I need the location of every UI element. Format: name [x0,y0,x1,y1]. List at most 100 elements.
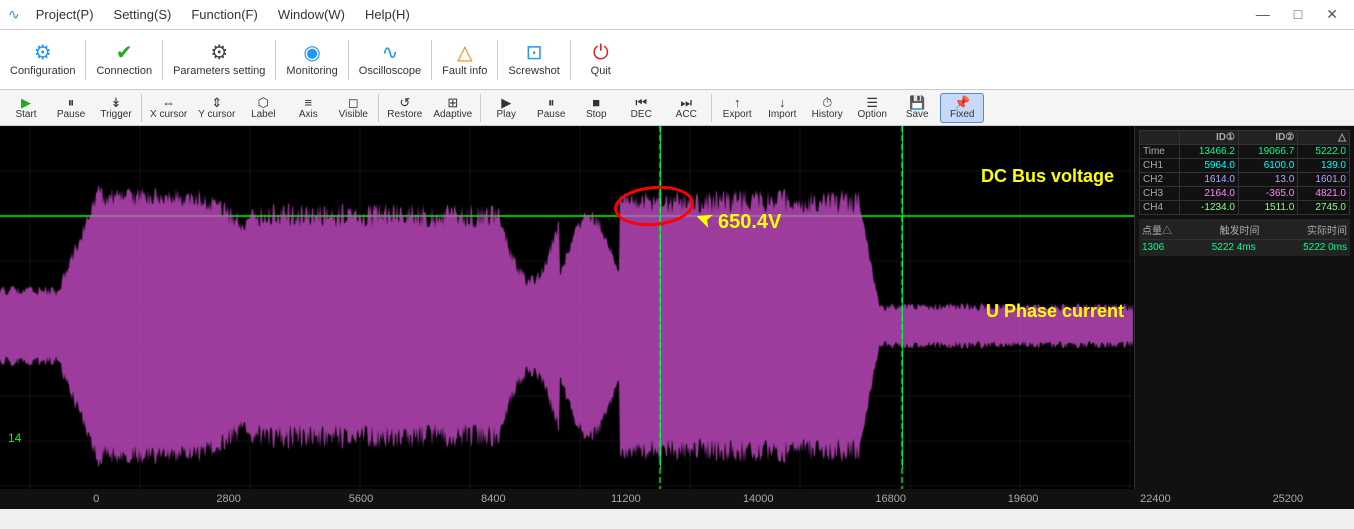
ch3-v2: -365.0 [1238,187,1297,201]
dec-label: DEC [631,109,652,120]
x-tick-5: 14000 [692,493,824,505]
quit-button[interactable]: ⏻ Quit [575,39,627,81]
menu-window[interactable]: Window(W) [270,5,353,24]
play-icon: ▶ [501,96,511,109]
connection-button[interactable]: ✔ Connection [90,39,158,81]
x-tick-4: 11200 [560,493,692,505]
main-toolbar: ⚙ Configuration ✔ Connection ⚙ Parameter… [0,30,1354,90]
ch2-v1: 1614.0 [1179,173,1238,187]
close-button[interactable]: ✕ [1318,4,1346,25]
pause-button[interactable]: ⏸ Pause [49,94,93,122]
acc-button[interactable]: ⏭ ACC [664,94,708,122]
screwshot-label: Screwshot [508,65,559,77]
configuration-button[interactable]: ⚙ Configuration [4,39,81,81]
parameters-button[interactable]: ⚙ Parameters setting [167,39,271,81]
adaptive-button[interactable]: ⊞ Adaptive [428,94,477,122]
export-label: Export [723,109,752,120]
time-v2: 19066.7 [1238,145,1297,159]
ch1-v1: 5964.0 [1179,159,1238,173]
ch4-label: CH4 [1140,201,1180,215]
trigger-label: Trigger [100,109,131,120]
fixed-button[interactable]: 📌 Fixed [940,93,984,123]
fault-icon: △ [457,43,472,63]
connection-label: Connection [96,65,152,77]
ch2-v3: 1601.0 [1298,173,1350,187]
stop-label: Stop [586,109,607,120]
pause2-icon: ⏸ [548,96,555,109]
parameters-label: Parameters setting [173,65,265,77]
ch4-v3: 2745.0 [1298,201,1350,215]
oscilloscope-button[interactable]: ∿ Oscilloscope [353,39,427,81]
import-button[interactable]: ↓ Import [760,94,804,122]
stop-button[interactable]: ■ Stop [574,94,618,122]
monitoring-label: Monitoring [286,65,337,77]
time-v1: 13466.2 [1179,145,1238,159]
menu-help[interactable]: Help(H) [357,5,418,24]
pause2-button[interactable]: ⏸ Pause [529,94,573,122]
time-v3: 5222.0 [1298,145,1350,159]
secondary-toolbar: ▶ Start ⏸ Pause ↡ Trigger ⇔ X cursor ⇕ Y… [0,90,1354,126]
x-tick-0: 0 [30,493,162,505]
history-label: History [812,109,843,120]
oscilloscope-label: Oscilloscope [359,65,421,77]
trigger-button[interactable]: ↡ Trigger [94,94,138,122]
save-icon: 💾 [909,96,925,109]
export-button[interactable]: ↑ Export [715,94,759,122]
play-label: Play [497,109,516,120]
y-cursor-button[interactable]: ⇕ Y cursor [193,94,240,122]
axis-button[interactable]: ≡ Axis [286,94,330,122]
adaptive-icon: ⊞ [447,96,458,109]
dec-button[interactable]: ⏮ DEC [619,94,663,122]
ch3-label: CH3 [1140,187,1180,201]
option-icon: ☰ [866,96,878,109]
pause-icon: ⏸ [68,96,75,109]
trigger-time-label: 触发时间 [1176,222,1303,237]
ch3-row: CH3 2164.0 -365.0 4821.0 [1140,187,1350,201]
trigger-icon: ↡ [111,96,122,109]
bottom-v1: 1306 [1142,242,1164,253]
visible-label: Visible [339,109,368,120]
pause2-label: Pause [537,109,565,120]
maximize-button[interactable]: □ [1286,4,1310,25]
monitoring-icon: ◉ [303,43,320,63]
dec-icon: ⏮ [635,96,647,109]
start-button[interactable]: ▶ Start [4,94,48,122]
ch3-v1: 2164.0 [1179,187,1238,201]
actual-time-label: 实际时间 [1307,222,1347,237]
x-tick-6: 16800 [824,493,956,505]
col-id1-header: ID① [1179,131,1238,145]
connection-icon: ✔ [116,43,133,63]
minimize-button[interactable]: — [1248,4,1278,25]
sep-tb2-1 [141,94,142,122]
menu-function[interactable]: Function(F) [183,5,265,24]
sep7 [570,40,571,80]
menu-setting[interactable]: Setting(S) [106,5,180,24]
monitoring-button[interactable]: ◉ Monitoring [280,39,343,81]
history-button[interactable]: ⏱ History [805,94,849,122]
x-tick-8: 22400 [1089,493,1221,505]
menu-project[interactable]: Project(P) [28,5,102,24]
restore-button[interactable]: ↺ Restore [382,94,427,122]
restore-icon: ↺ [399,96,410,109]
phase-current-label: U Phase current [986,301,1124,322]
fixed-icon: 📌 [954,96,970,109]
fault-info-label: Fault info [442,65,487,77]
ch4-row: CH4 -1234.0 1511.0 2745.0 [1140,201,1350,215]
screwshot-button[interactable]: ⊡ Screwshot [502,39,565,81]
fixed-label: Fixed [950,109,974,120]
option-label: Option [858,109,887,120]
sep4 [348,40,349,80]
option-button[interactable]: ☰ Option [850,94,894,122]
ch2-row: CH2 1614.0 13.0 1601.0 [1140,173,1350,187]
quit-icon: ⏻ [593,43,609,63]
x-cursor-button[interactable]: ⇔ X cursor [145,94,192,122]
axis-icon: ≡ [305,96,313,109]
label-button[interactable]: ⬡ Label [241,94,285,122]
col-label-header [1140,131,1180,145]
fault-info-button[interactable]: △ Fault info [436,39,493,81]
play-button[interactable]: ▶ Play [484,94,528,122]
window-controls: — □ ✕ [1248,4,1346,25]
visible-button[interactable]: ◻ Visible [331,94,375,122]
restore-label: Restore [387,109,422,120]
save-button[interactable]: 💾 Save [895,94,939,122]
